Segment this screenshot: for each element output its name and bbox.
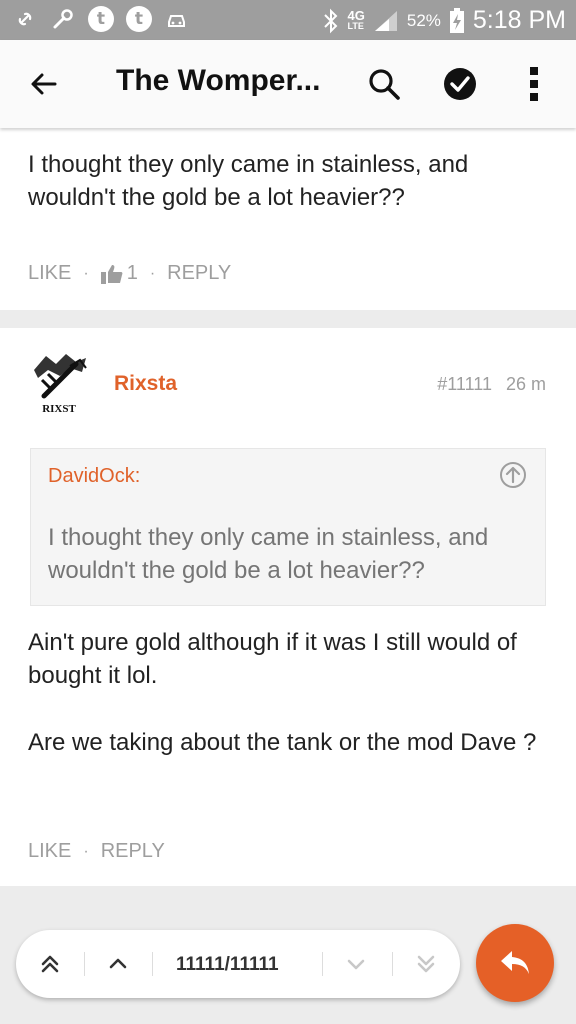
post-pager: 11111/11111 [16,930,460,998]
link-icon [12,6,38,32]
like-count[interactable]: 1 [100,262,138,285]
next-post-button[interactable] [336,944,376,984]
post-actions: LIKE · REPLY [28,840,165,863]
reply-button[interactable]: REPLY [101,840,165,863]
quote-block: DavidOck: I thought they only came in st… [30,448,546,606]
battery-charging-icon [449,7,465,34]
post-actions: LIKE · 1 · REPLY [28,262,231,285]
post-paragraph: Are we taking about the tank or the mod … [28,729,537,756]
reply-icon [501,951,529,974]
search-icon[interactable] [362,62,406,106]
post-meta: #11111 26 m [437,374,546,395]
separator-dot: · [149,264,156,282]
reply-button[interactable]: REPLY [167,262,231,285]
double-chevron-up-icon [41,955,59,973]
divider [392,952,393,976]
divider [322,952,323,976]
signal-icon [373,9,399,33]
quote-author[interactable]: DavidOck: [48,465,140,488]
quote-text: I thought they only came in stainless, a… [48,524,489,584]
reply-fab[interactable] [476,924,554,1002]
post-time: 26 m [505,374,546,394]
like-button[interactable]: LIKE [28,262,71,285]
more-vert-icon[interactable] [514,62,554,106]
wrench-icon [50,6,76,32]
chevron-down-icon [347,959,365,970]
arrow-up-circle-icon[interactable] [499,461,527,489]
network-type: 4G LTE [347,7,365,31]
back-arrow-icon[interactable] [22,62,66,106]
thumbs-up-icon [100,264,123,284]
app-bar: The Womper... [0,40,576,128]
post-paragraph: Ain't pure gold although if it was I sti… [28,629,517,689]
battery-percent: 52% [406,10,441,30]
tumblr-icon: t [126,6,152,32]
avatar[interactable]: RIXST [26,350,92,416]
separator-dot: · [83,264,89,282]
tumblr-icon: t [88,6,114,32]
status-bar: t t 4G LTE 52% 5:18 PM [0,0,576,40]
post-position[interactable]: 11111/11111 [176,954,279,976]
page-title: The Womper... [116,64,321,97]
divider [152,952,153,976]
last-post-button[interactable] [406,944,446,984]
post-number[interactable]: #11111 [437,374,492,395]
post-card: RIXST Rixsta #11111 26 m DavidOck: I tho… [0,328,576,886]
post-body: I thought they only came in stainless, a… [28,151,469,211]
like-button[interactable]: LIKE [28,840,71,863]
chevron-up-icon [109,958,127,969]
divider [84,952,85,976]
separator-dot: · [83,842,89,860]
previous-post-button[interactable] [98,944,138,984]
double-chevron-down-icon [417,955,435,973]
post-author[interactable]: Rixsta [114,372,177,396]
svg-text:RIXST: RIXST [42,403,76,415]
check-circle-icon[interactable] [438,62,482,106]
post-card: I thought they only came in stainless, a… [0,128,576,310]
car-icon [164,6,190,32]
status-time: 5:18 PM [472,6,566,34]
first-post-button[interactable] [30,944,70,984]
bluetooth-icon [322,8,340,34]
